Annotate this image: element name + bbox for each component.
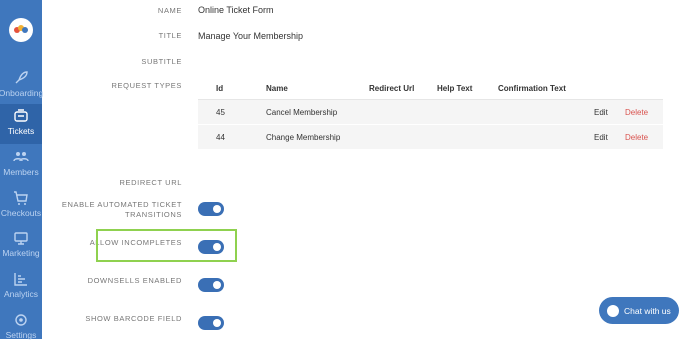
redirect-url-label: REDIRECT URL (119, 178, 182, 187)
auto-transitions-label-line-2: TRANSITIONS (124, 210, 182, 219)
chat-button[interactable]: Chat with us (599, 297, 679, 324)
cart-icon (14, 191, 28, 205)
sidebar-item-marketing[interactable]: Marketing (0, 226, 42, 266)
sidebar-item-tickets[interactable]: Tickets (0, 104, 42, 144)
barcode-toggle[interactable] (198, 316, 224, 330)
title-value[interactable]: Manage Your Membership (198, 31, 303, 41)
downsells-toggle[interactable] (198, 278, 224, 292)
barcode-label: SHOW BARCODE FIELD (85, 314, 182, 323)
sidebar-item-checkouts[interactable]: Checkouts (0, 186, 42, 226)
column-header-id: Id (216, 84, 224, 93)
table-row: 44 Change Membership Edit Delete (198, 125, 663, 150)
auto-transitions-label-line-1: ENABLE AUTOMATED TICKET (61, 200, 182, 209)
sidebar-item-label: Marketing (2, 248, 40, 258)
logo-mark-icon (14, 25, 28, 35)
sidebar-item-label: Tickets (7, 126, 35, 136)
auto-transitions-label: ENABLE AUTOMATED TICKET TRANSITIONS (62, 200, 182, 220)
ticket-form-settings: NAME Online Ticket Form TITLE Manage You… (42, 0, 688, 339)
column-header-redirect-url: Redirect Url (369, 84, 415, 93)
sidebar-item-settings[interactable]: Settings (0, 308, 42, 348)
row-id: 45 (216, 108, 225, 117)
column-header-help-text: Help Text (437, 84, 473, 93)
marketing-icon (14, 232, 28, 245)
title-label: TITLE (158, 31, 182, 40)
row-id: 44 (216, 133, 225, 142)
table-header-row: Id Name Redirect Url Help Text Confirmat… (198, 78, 663, 100)
request-types-table: Id Name Redirect Url Help Text Confirmat… (198, 78, 663, 150)
auto-transitions-toggle[interactable] (198, 202, 224, 216)
sidebar-item-label: Analytics (3, 289, 38, 299)
sidebar-item-label: Members (3, 167, 39, 177)
chat-button-label: Chat with us (624, 305, 671, 316)
members-icon (13, 152, 29, 162)
request-types-label: REQUEST TYPES (111, 81, 182, 90)
analytics-icon (14, 273, 27, 286)
sidebar-item-onboarding[interactable]: Onboarding (0, 66, 44, 106)
gear-icon (15, 314, 27, 326)
sidebar: Onboarding Tickets Members Checkouts Mar… (0, 0, 44, 340)
downsells-label: DOWNSELLS ENABLED (87, 276, 182, 285)
allow-incompletes-highlight (96, 229, 237, 262)
edit-link[interactable]: Edit (594, 108, 608, 117)
edit-link[interactable]: Edit (594, 133, 608, 142)
delete-link[interactable]: Delete (625, 133, 648, 142)
chat-icon (607, 304, 619, 317)
name-label: NAME (157, 6, 182, 15)
sidebar-item-label: Onboarding (0, 88, 44, 98)
subtitle-label: SUBTITLE (141, 57, 182, 66)
row-name: Change Membership (266, 133, 341, 142)
sidebar-item-analytics[interactable]: Analytics (0, 267, 42, 307)
column-header-name: Name (266, 84, 288, 93)
delete-link[interactable]: Delete (625, 108, 648, 117)
column-header-confirmation-text: Confirmation Text (498, 84, 566, 93)
name-value[interactable]: Online Ticket Form (198, 5, 274, 15)
rocket-icon (15, 71, 28, 84)
table-row: 45 Cancel Membership Edit Delete (198, 100, 663, 125)
ticket-icon (14, 109, 28, 122)
app-logo[interactable] (9, 18, 33, 42)
sidebar-item-label: Checkouts (0, 208, 42, 218)
row-name: Cancel Membership (266, 108, 338, 117)
sidebar-item-members[interactable]: Members (0, 145, 42, 185)
